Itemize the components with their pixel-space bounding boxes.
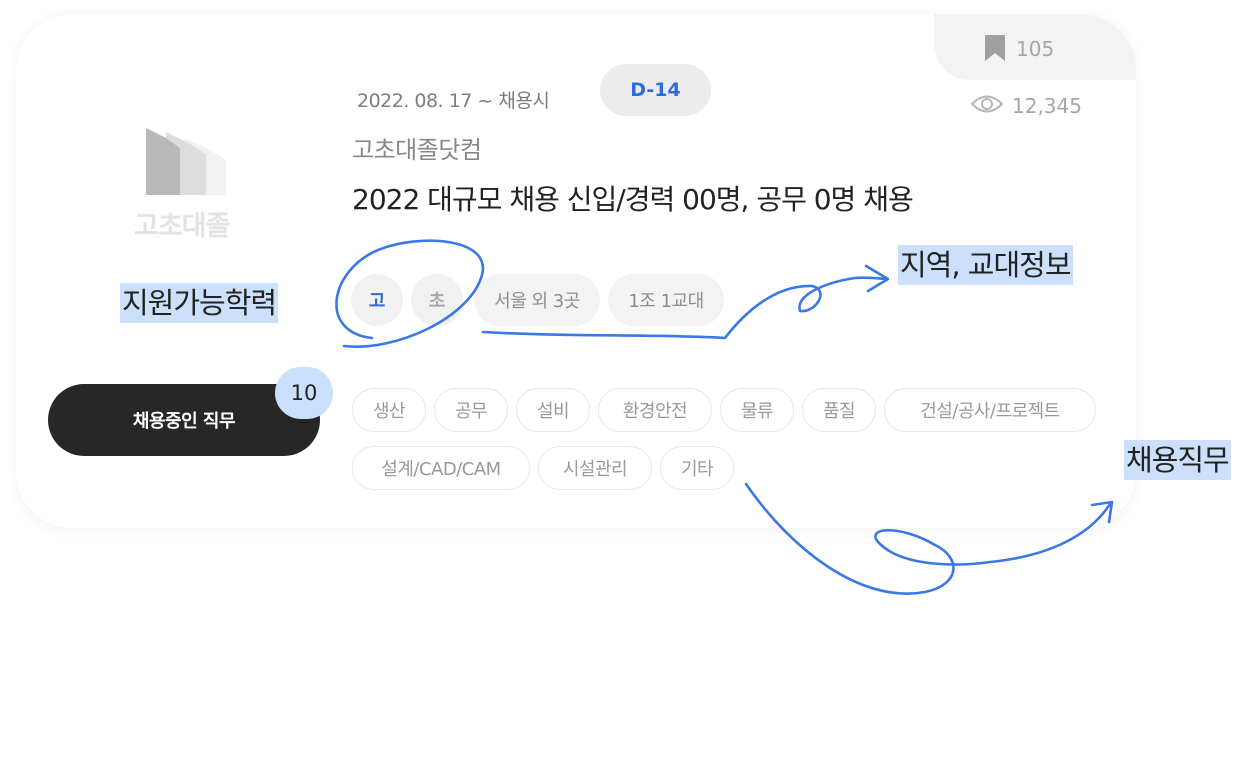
job-chip[interactable]: 기타 [660,446,734,490]
education-tag-high: 고 [351,274,403,326]
view-count: 12,345 [1012,94,1082,118]
job-chip[interactable]: 품질 [802,388,876,432]
education-tag-junior-college: 초 [411,274,463,326]
job-count-badge: 10 [275,367,333,419]
job-chip[interactable]: 시설관리 [538,446,652,490]
company-logo-text: 고초대졸 [134,211,230,242]
job-chip[interactable]: 환경안전 [598,388,712,432]
region-tag: 서울 외 3곳 [474,274,600,326]
job-chip[interactable]: 공무 [434,388,508,432]
posting-date: 2022. 08. 17 ~ 채용시 [357,90,550,112]
shift-tag: 1조 1교대 [608,274,724,326]
eye-icon [970,95,1004,113]
annotation-region: 지역, 교대정보 [898,245,1073,285]
posting-title[interactable]: 2022 대규모 채용 신입/경력 00명, 공무 0명 채용 [352,178,914,218]
dday-badge: D-14 [600,64,711,116]
bookmark-icon[interactable] [984,34,1006,62]
job-chip[interactable]: 물류 [720,388,794,432]
company-name[interactable]: 고초대졸닷컴 [352,130,482,165]
job-chip[interactable]: 설계/CAD/CAM [352,446,530,490]
job-chip[interactable]: 생산 [352,388,426,432]
job-chip[interactable]: 설비 [516,388,590,432]
annotation-education: 지원가능학력 [120,283,279,323]
bookmark-count: 105 [1016,37,1055,61]
annotation-jobs: 채용직무 [1124,440,1231,480]
job-chip[interactable]: 건설/공사/프로젝트 [884,388,1096,432]
company-logo-icon [146,128,226,195]
